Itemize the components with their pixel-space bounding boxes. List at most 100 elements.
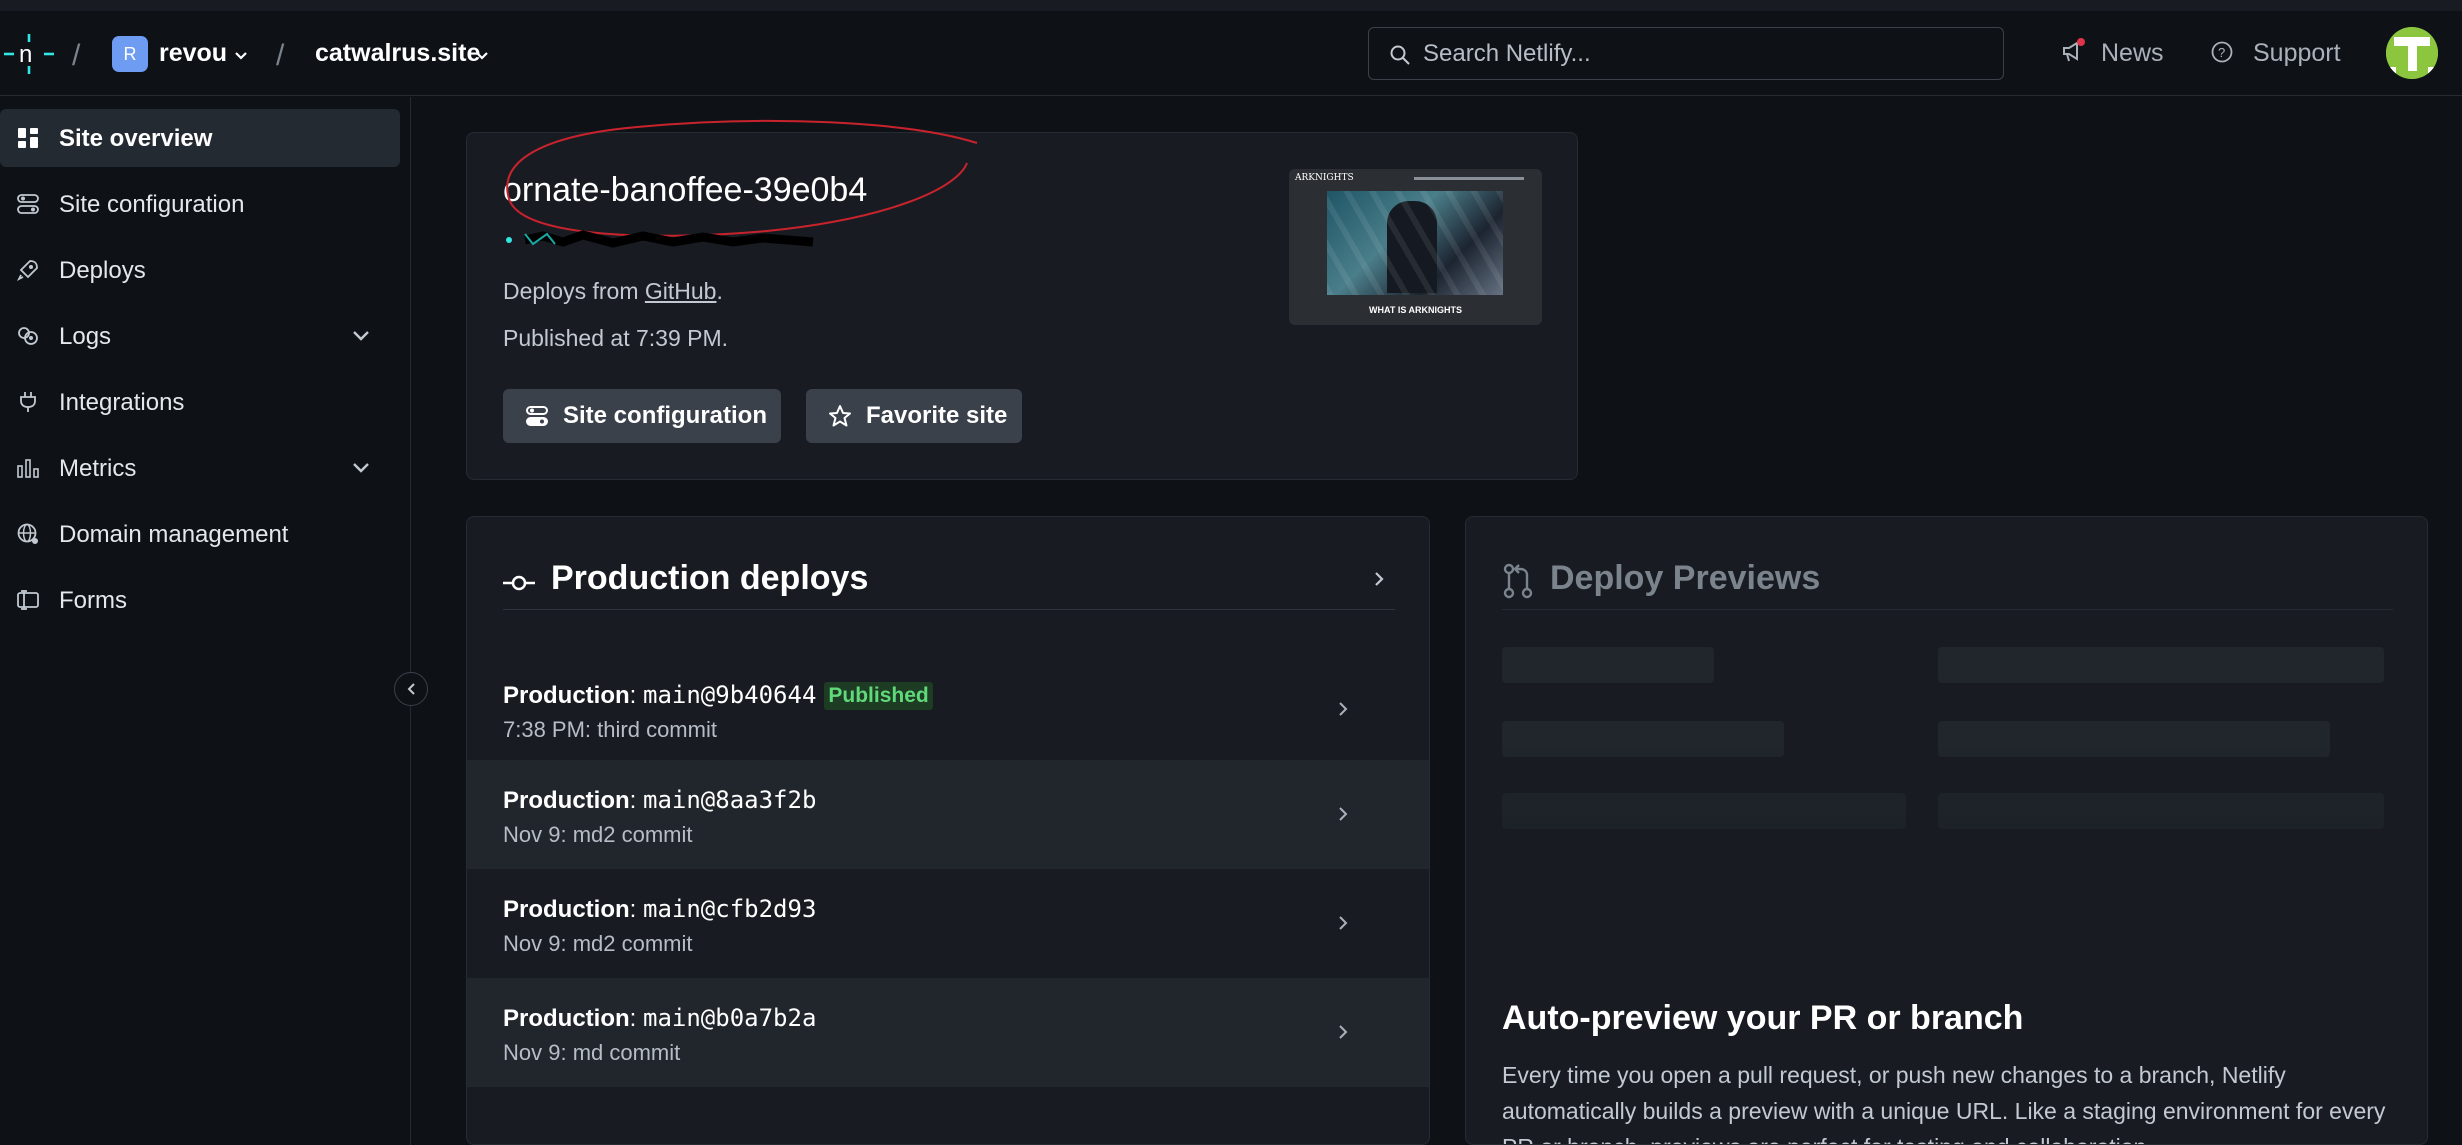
published-time: Published at 7:39 PM.: [503, 325, 729, 351]
divider: [1502, 609, 2393, 610]
redacted-url: [506, 230, 814, 248]
thumbnail-nav: [1414, 177, 1524, 180]
window-top-strip: [0, 0, 2462, 11]
chevron-down-icon[interactable]: [476, 50, 488, 62]
chevron-down-icon[interactable]: [235, 50, 247, 62]
sidebar: Site overview Site configuration Deploys…: [0, 97, 411, 1145]
toggles-icon: [17, 194, 39, 214]
sidebar-item-label: Site configuration: [59, 191, 245, 218]
sidebar-item-label: Logs: [59, 323, 112, 350]
skeleton-placeholder: [1938, 647, 2384, 683]
deploy-row[interactable]: Production: main@b0a7b2a Nov 9: md commi…: [467, 978, 1429, 1087]
deploy-previews-title: Deploy Previews: [1550, 559, 1821, 597]
thumbnail-hero-image: [1327, 191, 1503, 295]
sidebar-item-label: Integrations: [59, 389, 185, 416]
deploy-context: Production: [503, 1005, 630, 1032]
deploys-from-text: Deploys from GitHub.: [503, 278, 723, 304]
plug-icon: [20, 392, 36, 412]
commit-icon: [503, 575, 535, 591]
github-link[interactable]: GitHub: [645, 278, 717, 304]
support-link[interactable]: Support: [2253, 39, 2341, 68]
search-icon: [1390, 45, 1410, 65]
help-circle-icon[interactable]: ?: [2211, 41, 2233, 63]
deploy-message: Nov 9: md2 commit: [503, 822, 693, 847]
top-header: n / R revou / catwalrus.site News ? Supp…: [0, 11, 2462, 96]
button-label: Favorite site: [866, 402, 1008, 429]
star-icon: [829, 405, 851, 427]
sidebar-item-metrics[interactable]: Metrics: [0, 439, 400, 497]
auto-preview-description: Every time you open a pull request, or p…: [1502, 1062, 2386, 1144]
sidebar-item-integrations[interactable]: Integrations: [0, 373, 400, 431]
deploy-row[interactable]: Production: main@8aa3f2b Nov 9: md2 comm…: [467, 760, 1429, 869]
search-box[interactable]: [1368, 27, 2004, 80]
sidebar-item-deploys[interactable]: Deploys: [0, 241, 400, 299]
sidebar-item-forms[interactable]: Forms: [0, 571, 400, 629]
deploy-previews-panel: Deploy Previews Auto-preview your PR or …: [1465, 516, 2428, 1145]
netlify-logo-icon[interactable]: n: [4, 34, 54, 74]
button-label: Site configuration: [563, 402, 767, 429]
deploy-message: 7:38 PM: third commit: [503, 717, 717, 742]
deploy-context: Production: [503, 896, 630, 923]
deploy-row[interactable]: Production: main@9b40644 Published 7:38 P…: [467, 655, 1429, 764]
svg-text:n: n: [19, 41, 32, 68]
deploy-ref: main@8aa3f2b: [643, 786, 817, 814]
skeleton-placeholder: [1502, 647, 1714, 683]
skeleton-fade: [1466, 737, 2427, 937]
sidebar-item-label: Site overview: [59, 125, 213, 152]
sidebar-item-site-overview[interactable]: Site overview: [0, 109, 400, 167]
site-preview-thumbnail[interactable]: ARKNIGHTS WHAT IS ARKNIGHTS: [1289, 169, 1542, 325]
thumbnail-caption: WHAT IS ARKNIGHTS: [1369, 305, 1462, 315]
chevron-left-icon: [407, 683, 415, 695]
megaphone-icon[interactable]: [2060, 38, 2086, 64]
site-configuration-button[interactable]: Site configuration: [503, 389, 781, 443]
git-pull-request-icon: [1503, 563, 1533, 599]
form-icon: [17, 590, 39, 610]
toggles-icon: [526, 406, 548, 426]
auto-preview-heading: Auto-preview your PR or branch: [1502, 999, 2024, 1037]
grid-icon: [18, 128, 38, 148]
chevron-right-icon: [1339, 702, 1348, 716]
deploy-ref: main@b0a7b2a: [643, 1004, 817, 1032]
thumbnail-brand: ARKNIGHTS: [1295, 173, 1354, 183]
sidebar-item-label: Deploys: [59, 257, 146, 284]
sidebar-item-label: Metrics: [59, 455, 137, 482]
deploy-row[interactable]: Production: main@cfb2d93 Nov 9: md2 comm…: [467, 869, 1429, 978]
thumbnail-overlay: [1327, 191, 1503, 295]
divider: [503, 609, 1395, 610]
user-avatar[interactable]: [2386, 27, 2438, 79]
sidebar-item-label: Domain management: [59, 521, 289, 548]
news-link[interactable]: News: [2101, 39, 2164, 68]
svg-text:?: ?: [2218, 45, 2225, 60]
team-name[interactable]: revou: [159, 39, 227, 68]
search-input[interactable]: [1423, 36, 1983, 72]
logs-icon: [18, 327, 38, 345]
deploy-context: Production: [503, 787, 630, 814]
rocket-icon: [16, 260, 38, 282]
sidebar-item-domain-management[interactable]: Domain management: [0, 505, 400, 563]
site-name-breadcrumb[interactable]: catwalrus.site: [315, 39, 480, 68]
chevron-right-icon: [1339, 1025, 1348, 1039]
globe-icon: [17, 523, 38, 544]
favorite-site-button[interactable]: Favorite site: [806, 389, 1022, 443]
production-deploys-panel: Production deploys Production: main@9b40…: [466, 516, 1430, 1145]
sidebar-item-logs[interactable]: Logs: [0, 307, 400, 365]
sidebar-item-site-configuration[interactable]: Site configuration: [0, 175, 400, 233]
deploy-context: Production: [503, 682, 630, 709]
sidebar-item-label: Forms: [59, 587, 127, 614]
deploy-ref: main@cfb2d93: [643, 895, 817, 923]
user-avatar-pattern-icon: [2386, 27, 2438, 79]
bar-chart-icon: [17, 459, 39, 478]
deploy-message: Nov 9: md2 commit: [503, 931, 693, 956]
chevron-down-icon[interactable]: [352, 329, 370, 343]
team-avatar[interactable]: R: [112, 36, 148, 72]
production-deploys-title[interactable]: Production deploys: [551, 559, 868, 598]
breadcrumb-separator: /: [72, 39, 81, 72]
chevron-right-icon[interactable]: [1373, 571, 1385, 587]
deploy-message: Nov 9: md commit: [503, 1040, 681, 1065]
published-badge: Published: [824, 682, 933, 710]
chevron-down-icon[interactable]: [352, 461, 370, 475]
collapse-sidebar-button[interactable]: [394, 672, 428, 706]
breadcrumb-separator: /: [276, 39, 285, 72]
chevron-right-icon: [1339, 807, 1348, 821]
chevron-right-icon: [1339, 916, 1348, 930]
